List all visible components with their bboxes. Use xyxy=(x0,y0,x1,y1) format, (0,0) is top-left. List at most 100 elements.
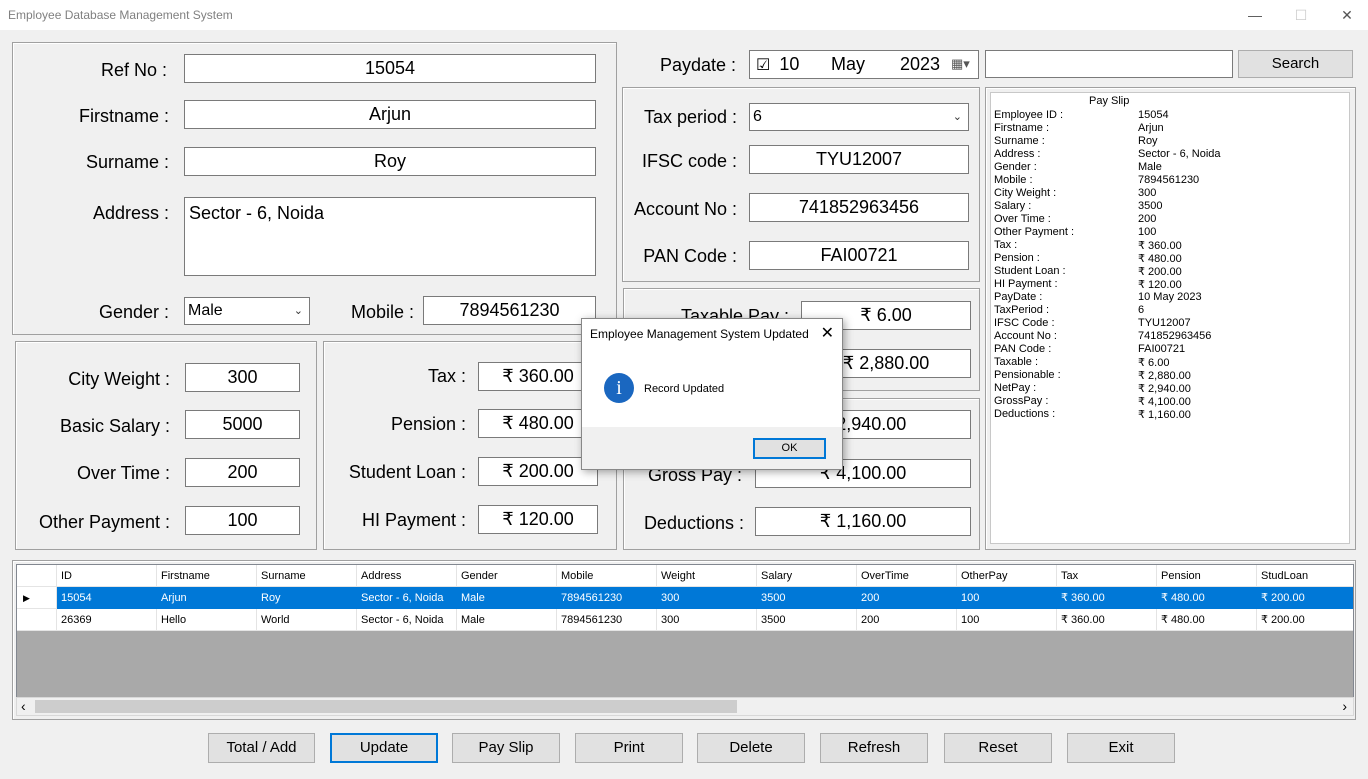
table-cell[interactable]: 7894561230 xyxy=(557,587,657,609)
payslip-key: Tax : xyxy=(994,239,1018,251)
table-cell[interactable]: ₹ 480.00 xyxy=(1157,609,1257,631)
city-weight-field[interactable]: 300 xyxy=(185,363,300,392)
surname-field[interactable]: Roy xyxy=(184,147,596,176)
column-header[interactable]: Gender xyxy=(457,565,557,587)
row-header[interactable]: ▶ xyxy=(17,587,57,609)
column-header[interactable]: ID xyxy=(57,565,157,587)
pan-field[interactable]: FAI00721 xyxy=(749,241,969,270)
employee-grid[interactable]: ID Firstname Surname Address Gender Mobile Wei… xyxy=(16,564,1354,716)
column-header[interactable]: Address xyxy=(357,565,457,587)
payslip-value: ₹ 1,160.00 xyxy=(1138,409,1191,421)
reset-button[interactable]: Reset xyxy=(944,733,1052,763)
table-cell[interactable]: ₹ 480.00 xyxy=(1157,587,1257,609)
payslip-row: City Weight : 300 xyxy=(994,187,1344,200)
paydate-year[interactable]: 2023 xyxy=(900,51,940,77)
overtime-field[interactable]: 200 xyxy=(185,458,300,487)
search-button[interactable]: Search xyxy=(1238,50,1353,78)
table-cell[interactable]: Hello xyxy=(157,609,257,631)
calendar-icon[interactable]: ▦▾ xyxy=(951,51,970,77)
total-add-button[interactable]: Total / Add xyxy=(208,733,315,763)
table-cell[interactable]: Sector - 6, Noida xyxy=(357,609,457,631)
table-cell[interactable]: 300 xyxy=(657,587,757,609)
account-label: Account No : xyxy=(633,199,737,219)
column-header[interactable]: StudLoan xyxy=(1257,565,1353,587)
row-header[interactable] xyxy=(17,609,57,631)
update-button[interactable]: Update xyxy=(330,733,438,763)
table-cell[interactable]: ₹ 360.00 xyxy=(1057,609,1157,631)
paydate-picker[interactable]: ☑ 10 May 2023 ▦▾ xyxy=(749,50,979,79)
table-cell[interactable]: Roy xyxy=(257,587,357,609)
hi-payment-field[interactable]: ₹ 120.00 xyxy=(478,505,598,534)
table-cell[interactable]: 26369 xyxy=(57,609,157,631)
scrollbar-thumb[interactable] xyxy=(35,700,737,713)
scroll-left-icon[interactable]: ‹ xyxy=(21,698,26,715)
city-weight-label: City Weight : xyxy=(68,369,170,389)
payslip-row: Gender : Male xyxy=(994,161,1344,174)
exit-button[interactable]: Exit xyxy=(1067,733,1175,763)
table-cell[interactable]: 3500 xyxy=(757,609,857,631)
mobile-field[interactable]: 7894561230 xyxy=(423,296,596,325)
paydate-month[interactable]: May xyxy=(831,51,865,77)
dialog-ok-button[interactable]: OK xyxy=(753,438,826,459)
other-payment-label: Other Payment : xyxy=(38,512,170,532)
ref-field[interactable]: 15054 xyxy=(184,54,596,83)
column-header[interactable]: Firstname xyxy=(157,565,257,587)
payslip-key: Firstname : xyxy=(994,122,1050,134)
table-cell[interactable]: 100 xyxy=(957,609,1057,631)
table-cell[interactable]: World xyxy=(257,609,357,631)
tax-field[interactable]: ₹ 360.00 xyxy=(478,362,598,391)
student-loan-field[interactable]: ₹ 200.00 xyxy=(478,457,598,486)
scroll-right-icon[interactable]: › xyxy=(1342,698,1347,715)
horizontal-scrollbar[interactable]: ‹ › xyxy=(16,697,1354,716)
table-cell[interactable]: 200 xyxy=(857,609,957,631)
column-header[interactable]: Salary xyxy=(757,565,857,587)
maximize-button[interactable]: ☐ xyxy=(1278,0,1324,30)
column-header[interactable]: OtherPay xyxy=(957,565,1057,587)
column-header[interactable]: Mobile xyxy=(557,565,657,587)
table-cell[interactable]: ₹ 200.00 xyxy=(1257,587,1353,609)
table-cell[interactable]: 300 xyxy=(657,609,757,631)
firstname-field[interactable]: Arjun xyxy=(184,100,596,129)
column-header[interactable]: Surname xyxy=(257,565,357,587)
dialog-close-icon[interactable]: ✕ xyxy=(821,323,834,343)
close-window-button[interactable]: ✕ xyxy=(1324,0,1368,30)
pension-field[interactable]: ₹ 480.00 xyxy=(478,409,598,438)
table-cell[interactable]: 200 xyxy=(857,587,957,609)
payslip-key: Address : xyxy=(994,148,1041,160)
payslip-row: HI Payment : ₹ 120.00 xyxy=(994,278,1344,291)
search-input[interactable] xyxy=(985,50,1233,78)
other-payment-field[interactable]: 100 xyxy=(185,506,300,535)
table-cell[interactable]: Arjun xyxy=(157,587,257,609)
table-cell[interactable]: ₹ 360.00 xyxy=(1057,587,1157,609)
table-cell[interactable]: 15054 xyxy=(57,587,157,609)
paydate-checkbox[interactable]: ☑ xyxy=(756,57,770,74)
table-cell[interactable]: Male xyxy=(457,609,557,631)
ifsc-field[interactable]: TYU12007 xyxy=(749,145,969,174)
table-cell[interactable]: 100 xyxy=(957,587,1057,609)
payslip-key: Mobile : xyxy=(994,174,1033,186)
table-cell[interactable]: ₹ 200.00 xyxy=(1257,609,1353,631)
refresh-button[interactable]: Refresh xyxy=(820,733,928,763)
delete-button[interactable]: Delete xyxy=(697,733,805,763)
column-header[interactable]: Tax xyxy=(1057,565,1157,587)
column-header[interactable]: Weight xyxy=(657,565,757,587)
column-header[interactable]: OverTime xyxy=(857,565,957,587)
account-field[interactable]: 741852963456 xyxy=(749,193,969,222)
table-cell[interactable]: 7894561230 xyxy=(557,609,657,631)
table-cell[interactable]: 3500 xyxy=(757,587,857,609)
minimize-button[interactable]: — xyxy=(1232,0,1278,30)
deductions-field[interactable]: ₹ 1,160.00 xyxy=(755,507,971,536)
address-field[interactable]: Sector - 6, Noida xyxy=(184,197,596,276)
column-header[interactable]: Pension xyxy=(1157,565,1257,587)
basic-salary-field[interactable]: 5000 xyxy=(185,410,300,439)
print-button[interactable]: Print xyxy=(575,733,683,763)
grid-corner xyxy=(17,565,57,587)
tax-period-select[interactable]: 6 ⌄ xyxy=(749,103,969,131)
table-cell[interactable]: Sector - 6, Noida xyxy=(357,587,457,609)
paydate-day[interactable]: 10 xyxy=(779,54,799,74)
pay-slip-button[interactable]: Pay Slip xyxy=(452,733,560,763)
payslip-text[interactable]: Pay Slip Employee ID : 15054 Firstname : Ar… xyxy=(990,92,1350,544)
tax-label: Tax : xyxy=(427,366,466,386)
gender-select[interactable]: Male ⌄ xyxy=(184,297,310,325)
table-cell[interactable]: Male xyxy=(457,587,557,609)
